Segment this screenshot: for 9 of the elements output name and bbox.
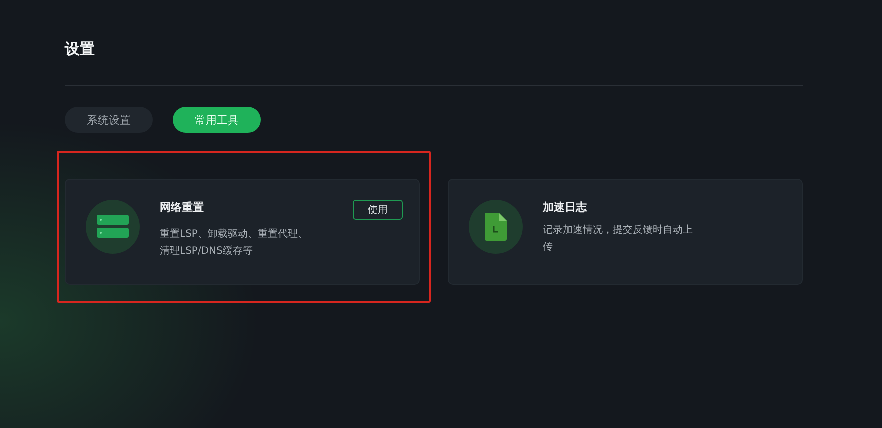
tab[interactable]: 系统设置	[65, 107, 153, 133]
use-button[interactable]: 使用	[353, 200, 403, 220]
tool-name: 网络重置	[160, 200, 204, 216]
tool-description: 记录加速情况，提交反馈时自动上传	[543, 224, 694, 255]
document-icon	[485, 213, 507, 241]
tool-description: 重置LSP、卸载驱动、重置代理、清理LSP/DNS缓存等	[160, 228, 309, 259]
tool-name: 加速日志	[543, 200, 587, 216]
page-title: 设置	[65, 39, 96, 60]
server-icon	[97, 215, 129, 239]
